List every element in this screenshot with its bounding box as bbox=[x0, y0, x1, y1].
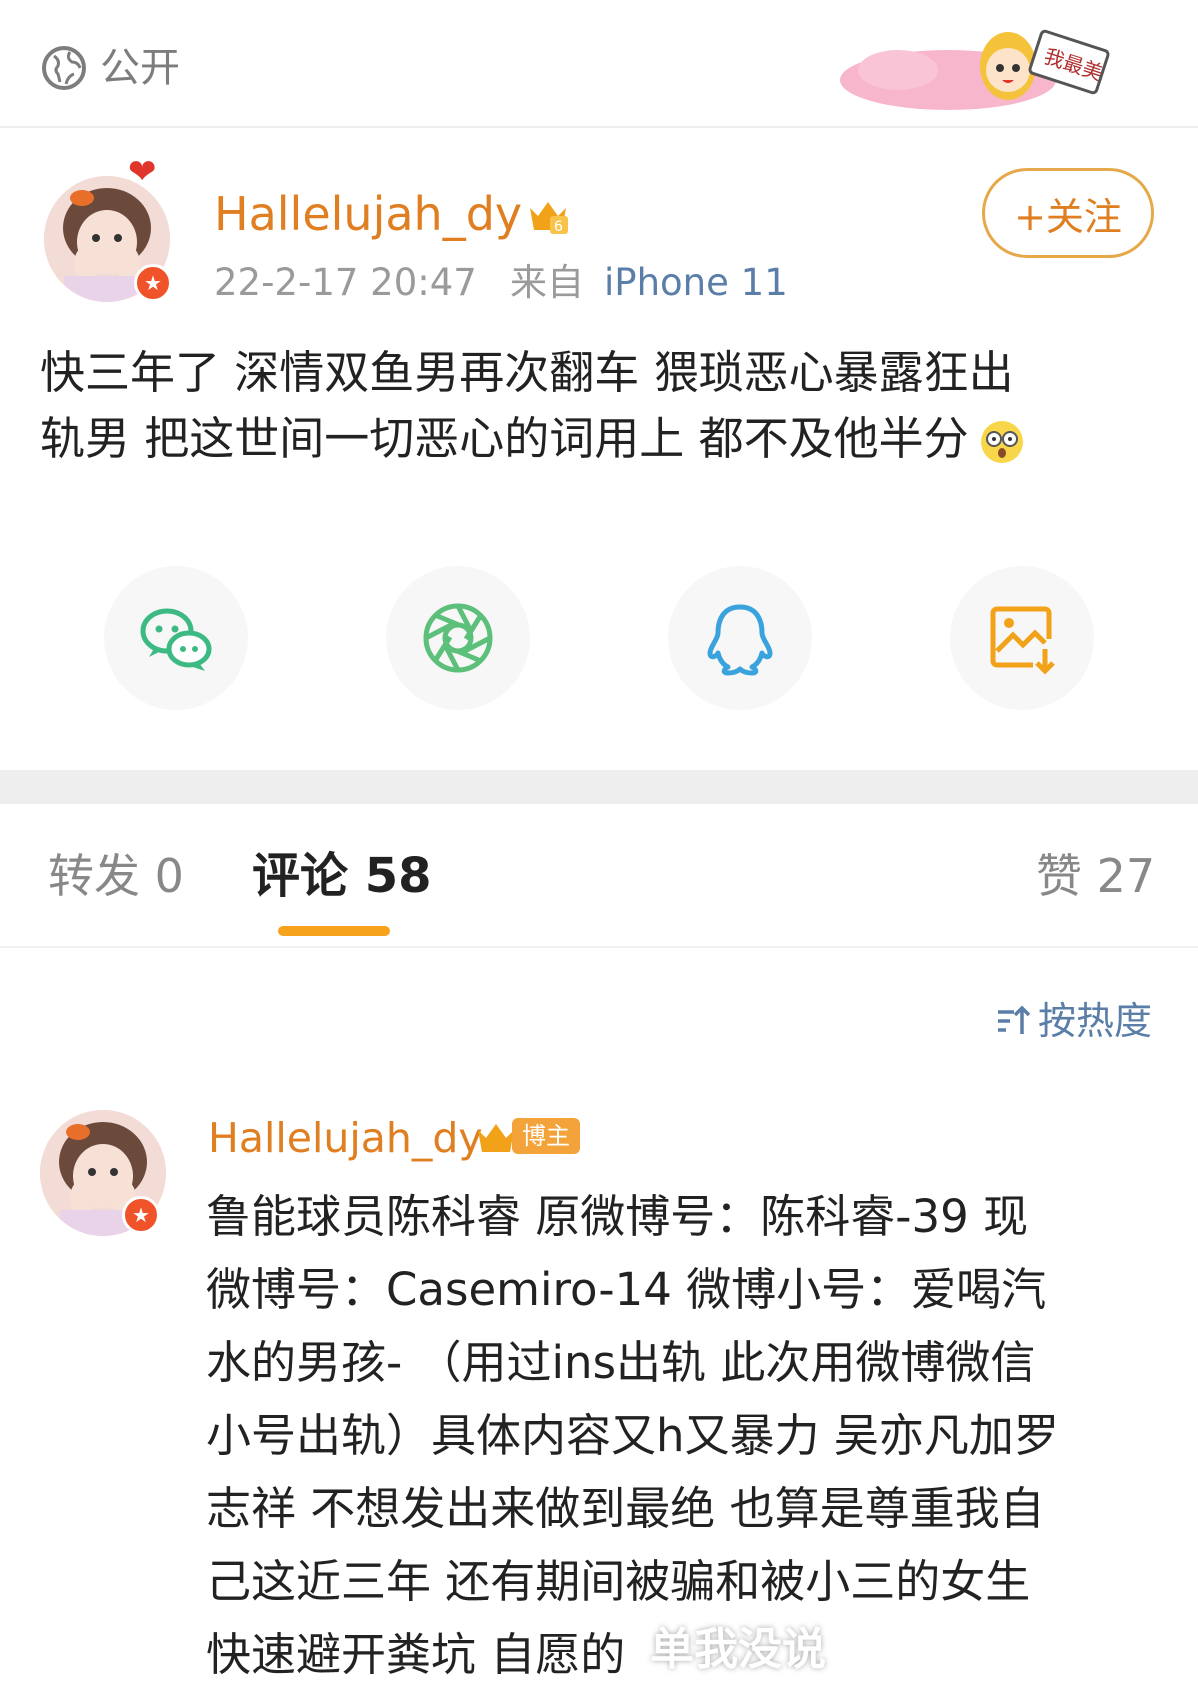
post-source-device[interactable]: iPhone 11 bbox=[604, 258, 788, 308]
post-text-line: 快三年了 深情双鱼男再次翻车 猥琐恶心暴露狂出 bbox=[40, 346, 1014, 399]
save-image-button[interactable] bbox=[950, 566, 1094, 710]
tab-repost[interactable]: 转发 0 bbox=[48, 846, 184, 906]
share-wechat-button[interactable] bbox=[104, 566, 248, 710]
crown-icon: 6 bbox=[530, 202, 568, 235]
sort-button[interactable]: 按热度 bbox=[994, 996, 1152, 1046]
author-badge: 博主 bbox=[512, 1118, 580, 1154]
share-qq-button[interactable] bbox=[668, 566, 812, 710]
comment-line: 小号出轨）具体内容又h又暴力 吴亦凡加罗 bbox=[206, 1409, 1059, 1462]
heart-decoration-icon: ❤ bbox=[128, 152, 157, 192]
watermark-text: 单我没说 bbox=[650, 1624, 826, 1675]
verified-badge-icon: ★ bbox=[122, 1196, 160, 1234]
visibility-label: 公开 bbox=[100, 45, 180, 91]
comment-line: 鲁能球员陈科睿 原微博号：陈科睿-39 现 bbox=[206, 1190, 1029, 1243]
wechat-icon bbox=[140, 608, 212, 671]
author-name[interactable]: Hallelujah_dy bbox=[214, 186, 522, 242]
comment-text: 鲁能球员陈科睿 原微博号：陈科睿-39 现 微博号：Casemiro-14 微博… bbox=[206, 1180, 1166, 1691]
sort-icon bbox=[998, 1005, 1031, 1034]
follow-button[interactable]: +关注 bbox=[982, 168, 1154, 258]
shocked-emoji-icon bbox=[980, 421, 1023, 463]
qq-icon bbox=[707, 604, 773, 676]
tab-likes[interactable]: 赞 27 bbox=[1036, 846, 1155, 906]
globe-icon bbox=[42, 46, 86, 90]
commenter-name[interactable]: Hallelujah_dy bbox=[208, 1110, 483, 1166]
comment-line: 水的男孩- （用过ins出轨 此次用微博微信 bbox=[206, 1336, 1036, 1389]
comment-line: 志祥 不想发出来做到最绝 也算是尊重我自 bbox=[206, 1482, 1045, 1535]
post-time: 22-2-17 20:47 bbox=[214, 261, 477, 304]
section-divider bbox=[0, 770, 1198, 804]
active-tab-indicator bbox=[278, 926, 390, 936]
svg-text:6: 6 bbox=[554, 219, 563, 235]
moments-icon bbox=[423, 603, 493, 673]
verified-badge-icon: ★ bbox=[134, 264, 172, 302]
post-text: 快三年了 深情双鱼男再次翻车 猥琐恶心暴露狂出 轨男 把这世间一切恶心的词用上 … bbox=[40, 340, 1160, 472]
tab-comments[interactable]: 评论 58 bbox=[252, 846, 432, 906]
comment-line: 微博号：Casemiro-14 微博小号：爱喝汽 bbox=[206, 1263, 1047, 1316]
share-moments-button[interactable] bbox=[386, 566, 530, 710]
save-image-icon bbox=[990, 606, 1055, 675]
sort-label: 按热度 bbox=[1038, 999, 1153, 1043]
post-text-line: 轨男 把这世间一切恶心的词用上 都不及他半分 bbox=[40, 406, 1160, 472]
post-source-prefix: 来自 bbox=[510, 261, 584, 304]
tabs-divider bbox=[0, 946, 1198, 948]
comment-line: 己这近三年 还有期间被骗和被小三的女生 bbox=[206, 1555, 1031, 1608]
sticker-decoration: 我最美 bbox=[840, 29, 1110, 110]
